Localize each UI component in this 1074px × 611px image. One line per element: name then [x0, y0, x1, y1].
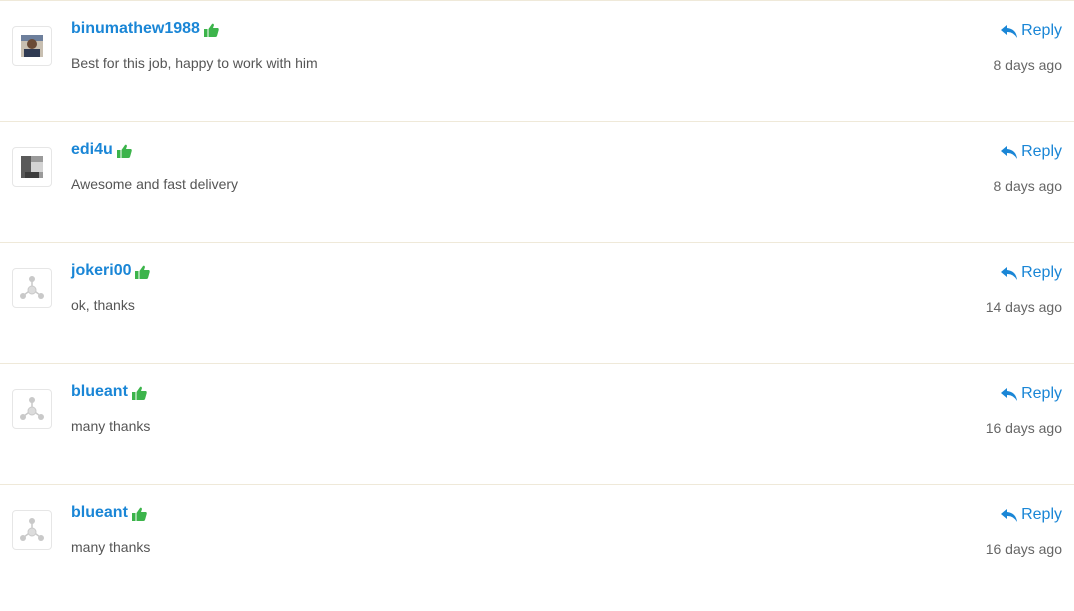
- review-time: 8 days ago: [993, 57, 1063, 73]
- username-link[interactable]: edi4u: [71, 141, 113, 159]
- review-comment: many thanks: [71, 539, 151, 555]
- username-link[interactable]: binumathew1988: [71, 20, 200, 38]
- default-avatar-icon: [20, 518, 44, 541]
- user-photo-icon: [21, 156, 43, 178]
- reply-button[interactable]: Reply: [1001, 385, 1062, 403]
- review-time: 16 days ago: [985, 541, 1062, 557]
- thumbs-up-icon: [131, 386, 147, 400]
- user-photo-icon: [21, 35, 43, 57]
- avatar[interactable]: [12, 268, 52, 308]
- username-link[interactable]: jokeri00: [71, 262, 131, 280]
- avatar[interactable]: [12, 510, 52, 550]
- reply-button[interactable]: Reply: [1001, 143, 1062, 161]
- reply-button[interactable]: Reply: [1001, 264, 1062, 282]
- avatar[interactable]: [12, 147, 52, 187]
- thumbs-up-icon: [203, 23, 219, 37]
- reply-icon: [1001, 145, 1018, 159]
- reply-icon: [1001, 266, 1018, 280]
- reply-label: Reply: [1021, 143, 1062, 160]
- default-avatar-icon: [20, 276, 44, 299]
- review-time: 14 days ago: [985, 299, 1062, 315]
- review-comment: Awesome and fast delivery: [71, 176, 239, 192]
- reply-icon: [1001, 387, 1018, 401]
- reply-button[interactable]: Reply: [1001, 506, 1062, 524]
- review-comment: many thanks: [71, 418, 151, 434]
- username-link[interactable]: blueant: [71, 383, 128, 401]
- avatar[interactable]: [12, 389, 52, 429]
- review-item: binumathew1988 Best for this job, happy …: [0, 0, 1074, 121]
- reply-label: Reply: [1021, 506, 1062, 523]
- thumbs-up-icon: [131, 507, 147, 521]
- review-item: edi4u Awesome and fast delivery Reply 8 …: [0, 121, 1074, 242]
- thumbs-up-icon: [116, 144, 132, 158]
- reply-icon: [1001, 508, 1018, 522]
- review-comment: ok, thanks: [71, 297, 135, 313]
- review-item: blueant many thanks Reply 16 days ago: [0, 363, 1074, 484]
- review-time: 16 days ago: [985, 420, 1062, 436]
- default-avatar-icon: [20, 397, 44, 420]
- reply-icon: [1001, 24, 1018, 38]
- username-link[interactable]: blueant: [71, 504, 128, 522]
- reply-label: Reply: [1021, 22, 1062, 39]
- review-list: binumathew1988 Best for this job, happy …: [0, 0, 1074, 605]
- review-comment: Best for this job, happy to work with hi…: [71, 55, 318, 71]
- reply-button[interactable]: Reply: [1001, 22, 1062, 40]
- reply-label: Reply: [1021, 264, 1062, 281]
- review-time: 8 days ago: [993, 178, 1063, 194]
- review-item: blueant many thanks Reply 16 days ago: [0, 484, 1074, 605]
- review-item: jokeri00 ok, thanks Reply 14 days ago: [0, 242, 1074, 363]
- reply-label: Reply: [1021, 385, 1062, 402]
- thumbs-up-icon: [135, 265, 151, 279]
- avatar[interactable]: [12, 26, 52, 66]
